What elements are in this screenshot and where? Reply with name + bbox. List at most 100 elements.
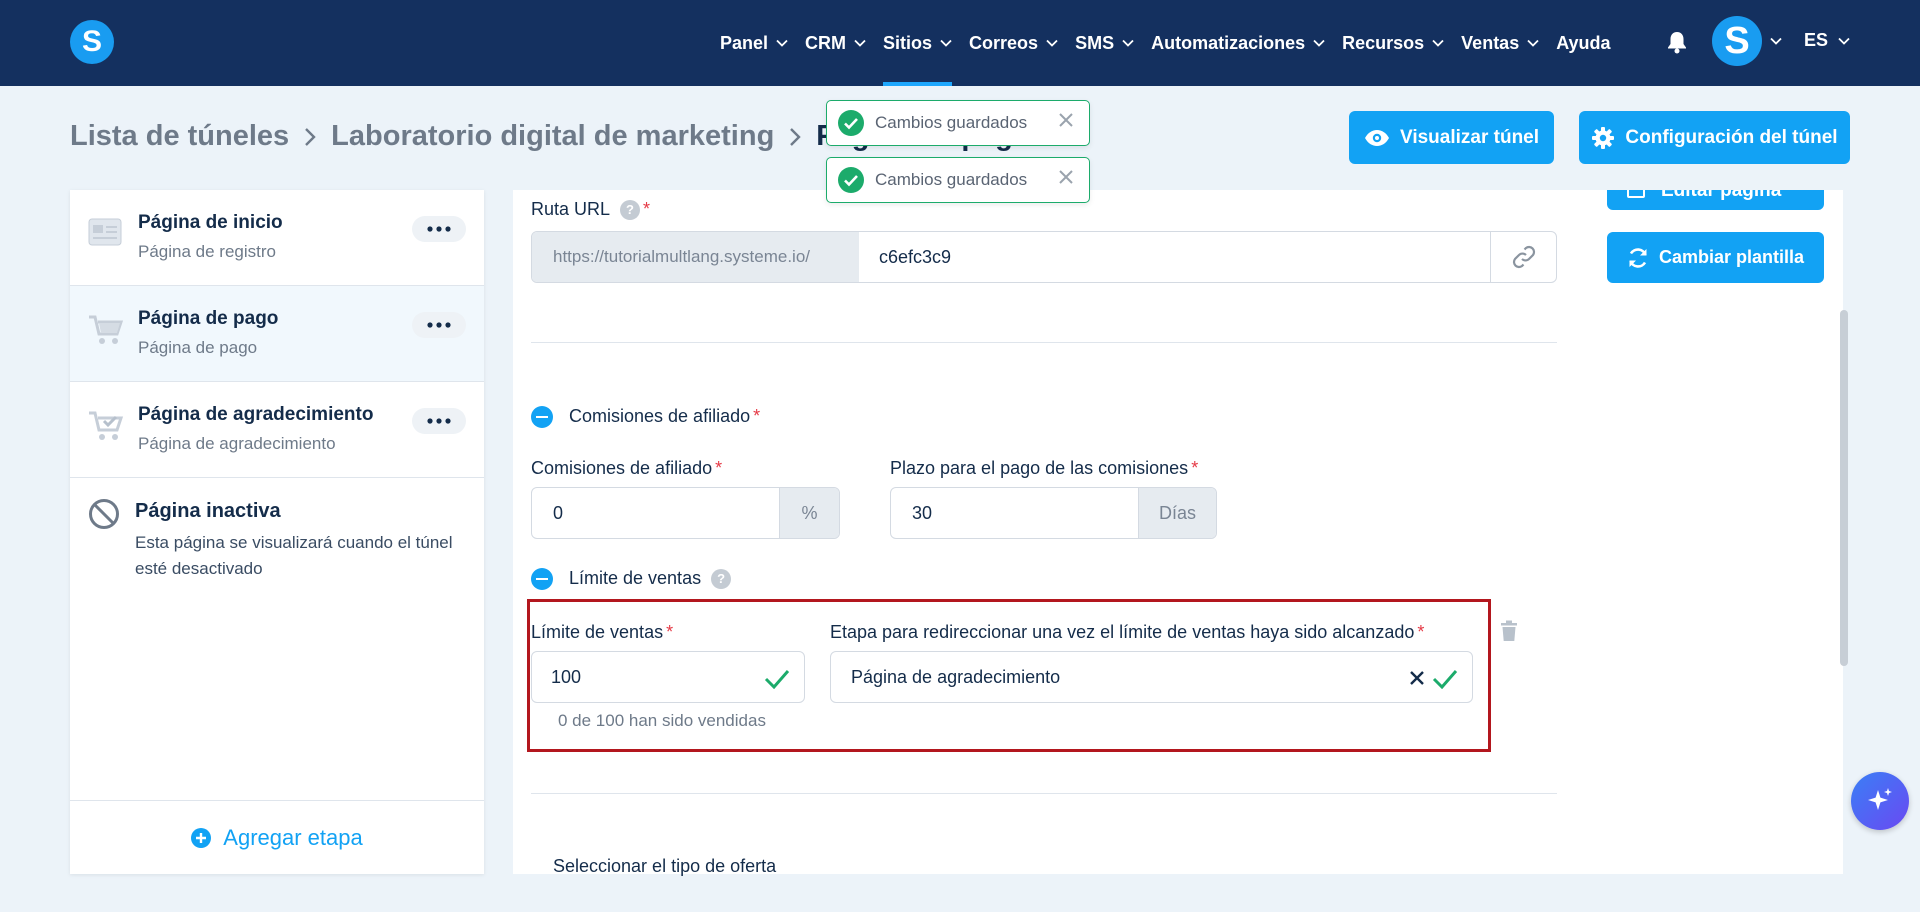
inactive-page-step[interactable]: Página inactiva Esta página se visualiza… [70,478,484,638]
page-icon [88,218,122,246]
url-prefix: https://tutorialmultlang.systeme.io/ [532,232,859,282]
step-title: Página de pago [138,308,279,329]
nav-item-crm[interactable]: CRM [805,0,866,86]
chevron-down-icon [1432,39,1444,47]
nav-item-sitios[interactable]: Sitios [883,0,953,86]
more-horizontal-icon [427,322,451,328]
step-options-button[interactable] [412,408,466,434]
toast-notification: Cambios guardados [826,100,1090,146]
ai-assistant-button[interactable] [1851,772,1909,830]
nav-item-ayuda[interactable]: Ayuda [1556,0,1610,86]
collapse-sales-limit-toggle[interactable] [531,568,553,590]
cart-check-icon [89,411,124,440]
funnel-settings-button[interactable]: Configuración del túnel [1579,111,1850,164]
check-icon [1432,670,1458,689]
nav-item-recursos[interactable]: Recursos [1342,0,1444,86]
payment-term-input[interactable]: 30 [912,488,932,538]
funnel-steps-sidebar: Página de inicio Página de registro Pági… [70,190,484,874]
chevron-down-icon [776,39,788,47]
required-marker: * [1191,458,1199,478]
chevron-down-icon[interactable] [1770,37,1782,45]
step-title: Página de agradecimiento [138,404,374,425]
add-step-button[interactable]: Agregar etapa [70,800,484,874]
copy-link-button[interactable] [1490,232,1556,282]
redirect-step-select[interactable]: Página de agradecimiento [830,651,1473,703]
affiliate-section-label: Comisiones de afiliado * [569,406,761,426]
nav-item-correos[interactable]: Correos [969,0,1058,86]
days-suffix: Días [1138,488,1216,538]
more-horizontal-icon [427,226,451,232]
inactive-page-description: Esta página se visualizará cuando el tún… [135,533,453,578]
required-marker: * [753,406,761,426]
help-icon[interactable]: ? [711,568,732,589]
nav-item-automatizaciones[interactable]: Automatizaciones [1151,0,1325,86]
nav-item-sms[interactable]: SMS [1075,0,1134,86]
avatar[interactable]: S [1712,16,1762,66]
add-step-label: Agregar etapa [223,824,363,850]
toast-notification: Cambios guardados [826,157,1090,203]
step-options-button[interactable] [412,216,466,242]
close-icon[interactable] [1059,170,1073,184]
change-template-button[interactable]: Cambiar plantilla [1607,232,1824,283]
gear-icon [1592,126,1615,149]
nav-item-label: Panel [720,32,769,53]
commission-input[interactable]: 0 [553,488,563,538]
nav-item-label: Ayuda [1556,32,1611,53]
payment-term-label: Plazo para el pago de las comisiones * [890,458,1199,478]
percent-suffix: % [779,488,839,538]
trash-icon[interactable] [1500,620,1518,642]
systeme-logo[interactable]: S [70,20,114,64]
collapse-affiliate-toggle[interactable] [531,406,553,428]
sparkle-icon [1868,788,1892,810]
redirect-step-label: Etapa para redireccionar una vez el lími… [830,622,1425,642]
step-thank-you-page[interactable]: Página de agradecimiento Página de agrad… [70,382,484,478]
nav-item-label: Sitios [883,32,933,53]
edit-page-button[interactable]: Editar página [1607,190,1824,210]
link-icon [1512,245,1535,269]
step-checkout-page[interactable]: Página de pago Página de pago [70,286,484,382]
nav-item-label: Recursos [1342,32,1425,53]
nav-item-label: Correos [969,32,1039,53]
sales-limit-input[interactable]: 100 [551,652,581,702]
inactive-page-title: Página inactiva [135,500,281,522]
preview-funnel-button[interactable]: Visualizar túnel [1349,111,1554,164]
nav-item-ventas[interactable]: Ventas [1461,0,1539,86]
top-navbar: S Panel CRM Sitios Correos SMS Automatiz… [0,0,1920,86]
chevron-down-icon [1046,39,1058,47]
step-options-button[interactable] [412,312,466,338]
payment-term-field: 30 Días [890,487,1217,539]
panel-scrollbar[interactable] [1840,310,1848,666]
close-icon[interactable] [1059,113,1073,127]
required-marker: * [643,199,651,219]
toast-message: Cambios guardados [875,113,1028,132]
check-circle-icon [838,167,864,193]
commission-label: Comisiones de afiliado * [531,458,723,478]
bell-icon[interactable] [1666,30,1688,54]
check-icon [764,670,790,689]
preview-funnel-label: Visualizar túnel [1399,126,1540,148]
clear-icon[interactable] [1410,671,1424,685]
chevron-down-icon [1313,39,1325,47]
chevron-right-icon [790,127,801,146]
language-selector[interactable]: ES [1804,30,1850,51]
step-start-page[interactable]: Página de inicio Página de registro [70,190,484,286]
cart-icon [89,315,124,344]
step-subtitle: Página de registro [138,242,276,261]
chevron-down-icon [1838,37,1850,45]
divider [531,793,1557,794]
more-horizontal-icon [427,418,451,424]
required-marker: * [715,458,723,478]
step-subtitle: Página de agradecimiento [138,434,336,453]
main-nav: Panel CRM Sitios Correos SMS Automatizac… [720,0,1628,86]
breadcrumb-funnel[interactable]: Laboratorio digital de marketing [331,120,774,153]
nav-item-label: Automatizaciones [1151,32,1306,53]
url-slug-input[interactable]: c6efc3c9 [879,232,951,282]
check-circle-icon [838,110,864,136]
help-icon[interactable]: ? [620,199,641,220]
sales-limit-field[interactable]: 100 [531,651,805,703]
nav-item-label: SMS [1075,32,1115,53]
step-subtitle: Página de pago [138,338,258,357]
nav-item-label: CRM [805,32,847,53]
breadcrumb-funnel-list[interactable]: Lista de túneles [70,120,289,153]
nav-item-panel[interactable]: Panel [720,0,788,86]
